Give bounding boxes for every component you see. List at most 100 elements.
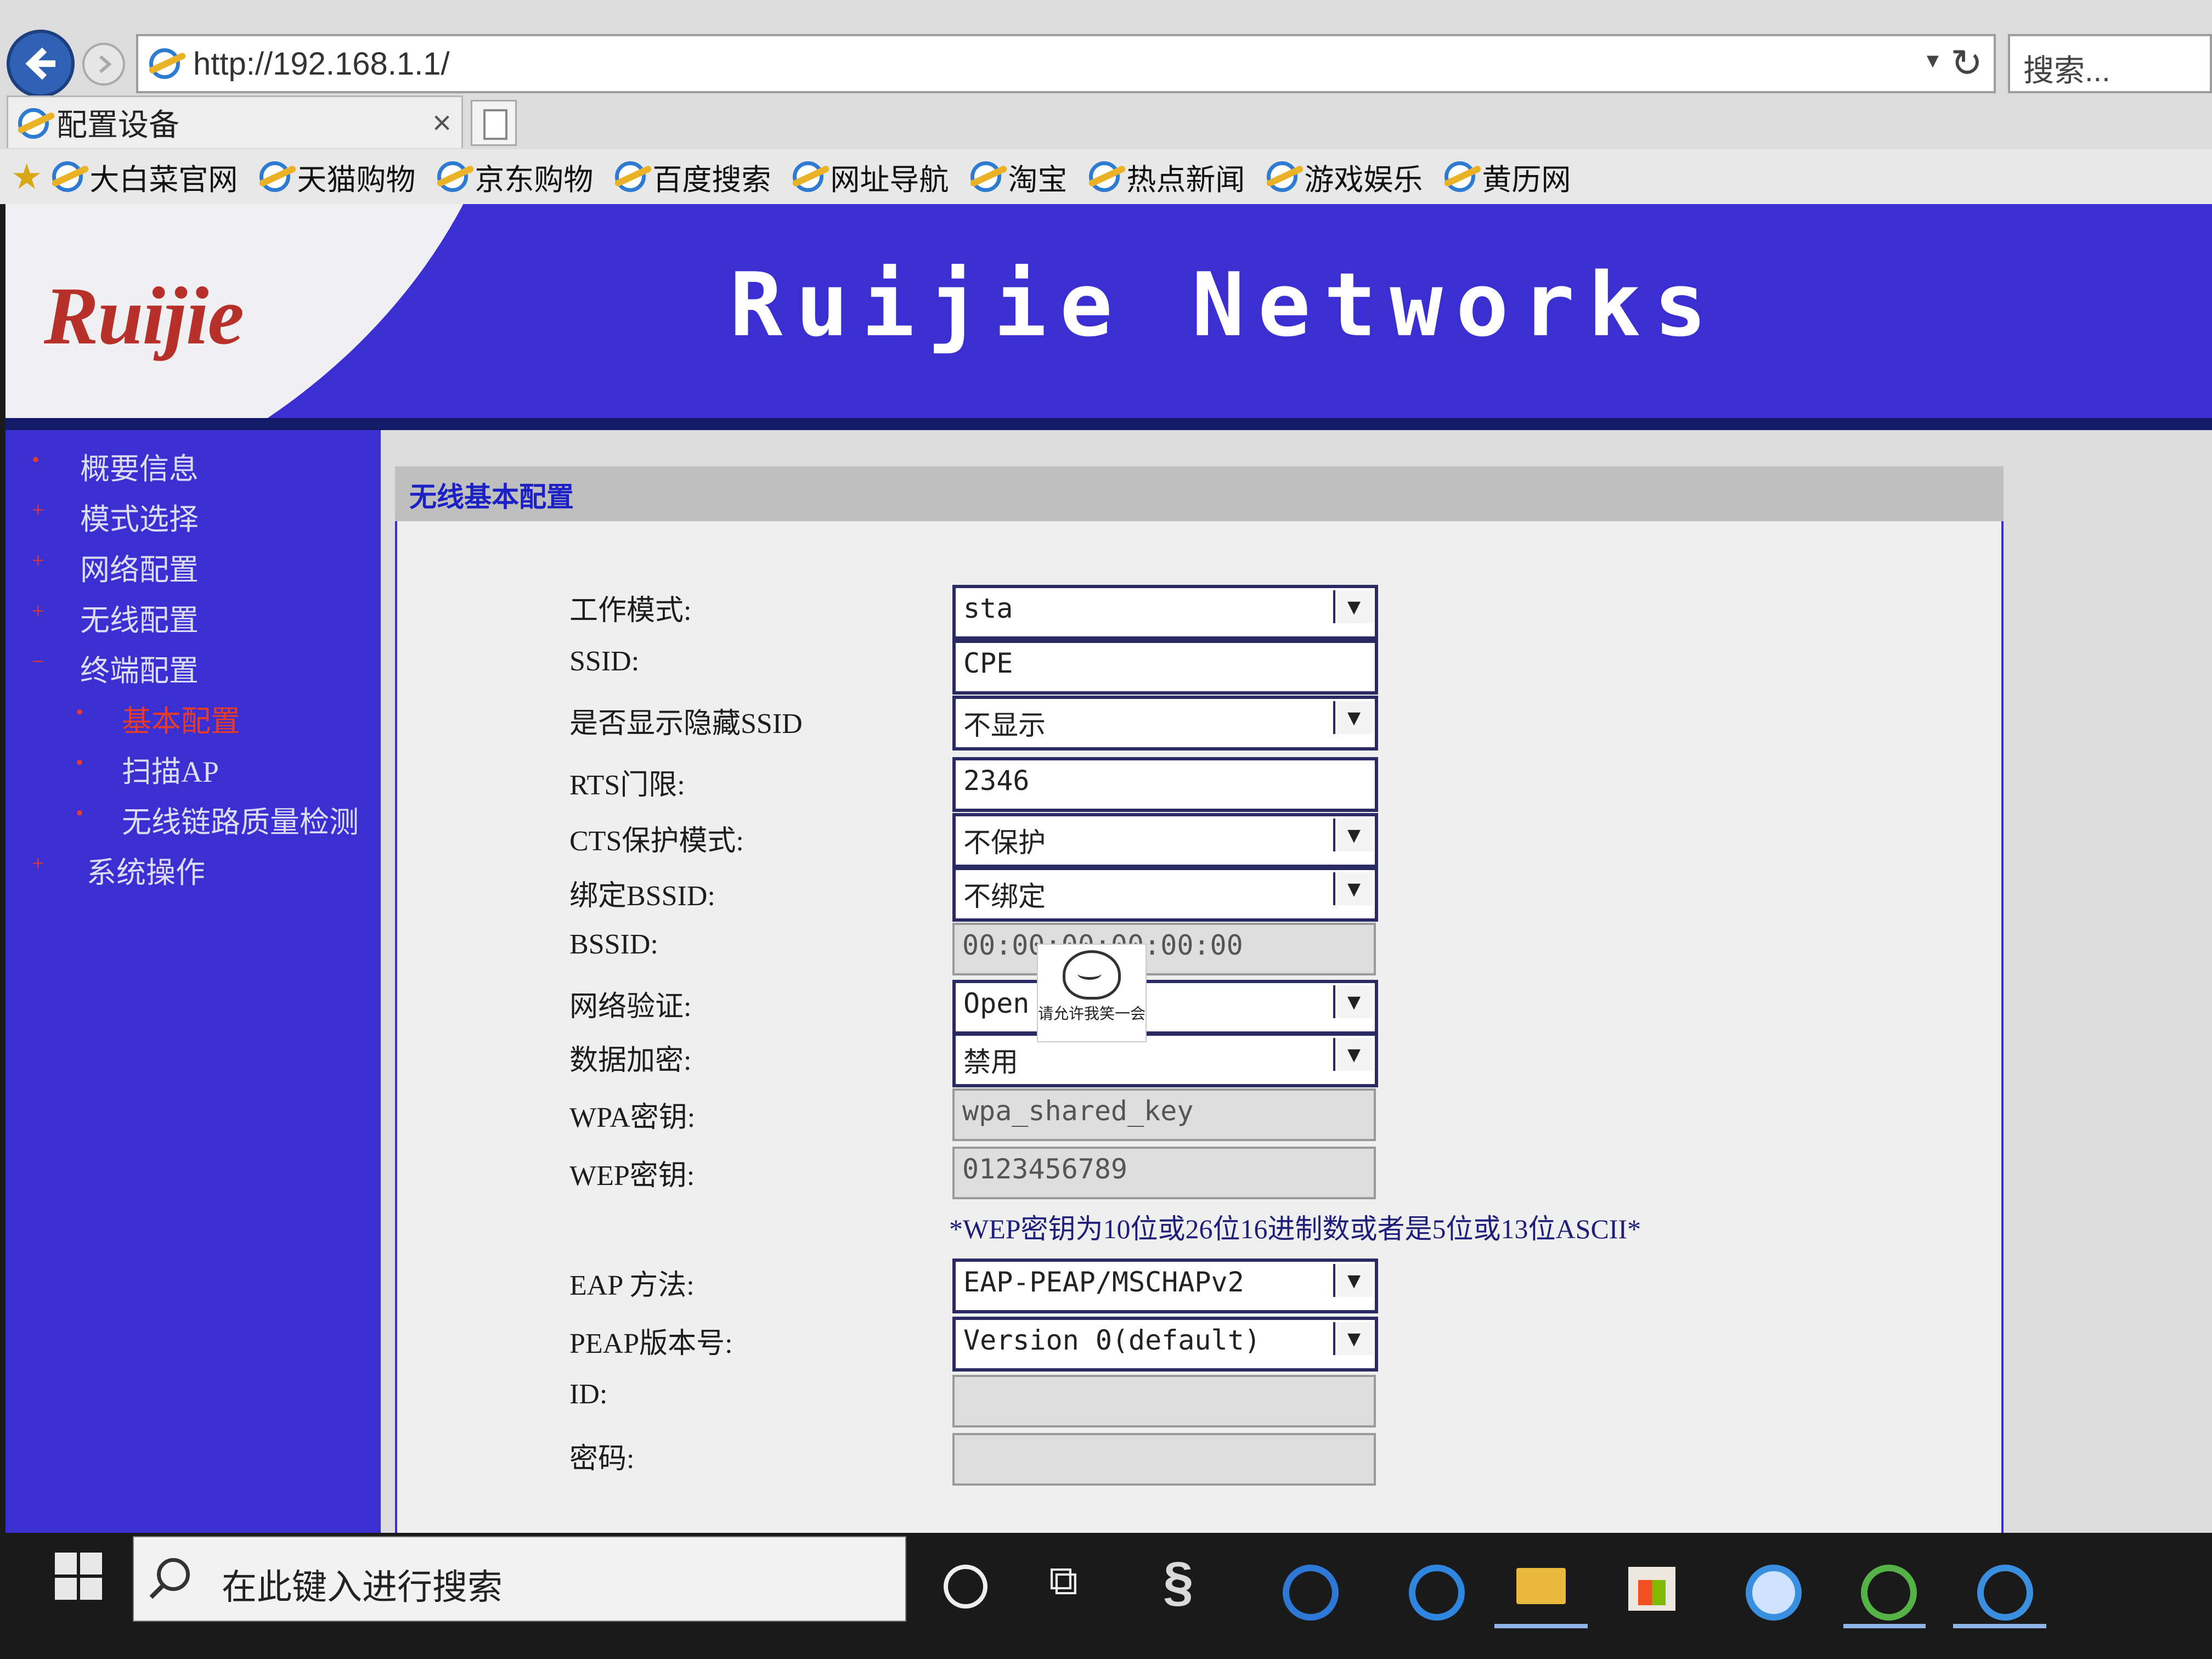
label-cts: CTS保护模式: (569, 826, 744, 857)
app-s-icon[interactable]: § (1163, 1550, 1216, 1612)
forward-button[interactable] (82, 43, 125, 86)
encryption-select[interactable]: 禁用 ▼ (952, 1032, 1378, 1087)
chevron-down-icon[interactable]: ▼ (1333, 872, 1373, 905)
sidebar: • 概要信息 + 模式选择 + 网络配置 + 无线配置 − 终端配置 • 基本配… (5, 430, 390, 1533)
favorite-label: 黄历网 (1482, 163, 1571, 196)
favorite-link[interactable]: 京东购物 (437, 155, 593, 199)
select-value: 不保护 (963, 827, 1046, 859)
chevron-down-icon[interactable]: ▼ (1333, 1322, 1373, 1355)
ie-icon (52, 161, 83, 192)
chevron-down-icon[interactable]: ▼ (1333, 1038, 1373, 1071)
cortana-icon[interactable] (944, 1565, 988, 1609)
sidebar-item-label: 基本配置 (122, 705, 240, 738)
windows-start-icon[interactable] (55, 1553, 104, 1602)
password-input (952, 1433, 1376, 1486)
rts-input[interactable]: 2346 (952, 757, 1378, 812)
close-icon[interactable]: × (432, 104, 452, 142)
ie-page-icon (149, 48, 180, 79)
work-mode-select[interactable]: sta ▼ (952, 585, 1378, 640)
label-eap-method: EAP 方法: (569, 1270, 695, 1301)
eap-method-select[interactable]: EAP-PEAP/MSCHAPv2 ▼ (952, 1259, 1378, 1313)
sidebar-item-overview[interactable]: • 概要信息 (32, 444, 199, 488)
address-url: http://192.168.1.1/ (193, 46, 450, 82)
cts-select[interactable]: 不保护 ▼ (952, 813, 1378, 868)
chevron-down-icon[interactable]: ▼ (1333, 590, 1373, 623)
favorite-label: 天猫购物 (297, 163, 416, 196)
favorite-link[interactable]: 网址导航 (793, 155, 949, 199)
running-indicator (1843, 1624, 1926, 1628)
select-value: EAP-PEAP/MSCHAPv2 (963, 1266, 1244, 1298)
edge-icon[interactable] (1409, 1565, 1465, 1621)
star-icon[interactable]: ★ (11, 156, 42, 198)
ruijie-logo: Ruijie (44, 270, 244, 362)
favorite-link[interactable]: 热点新闻 (1089, 155, 1245, 199)
chevron-down-icon[interactable]: ▼ (1333, 819, 1373, 851)
ie-taskbar-icon[interactable] (1283, 1565, 1339, 1621)
input-value: CPE (963, 647, 1013, 679)
sidebar-item-wireless[interactable]: + 无线配置 (32, 596, 199, 639)
ie-icon (970, 161, 1002, 192)
plus-icon: + (32, 548, 44, 573)
wep-key-input: 0123456789 (952, 1147, 1376, 1199)
favorite-link[interactable]: 黄历网 (1444, 155, 1571, 199)
favorite-label: 百度搜索 (652, 163, 771, 196)
favorite-label: 京东购物 (475, 163, 594, 196)
sidebar-item-system[interactable]: + 系统操作 (32, 848, 205, 891)
sidebar-subitem-scan-ap[interactable]: • 扫描AP (76, 747, 219, 791)
file-explorer-icon[interactable] (1516, 1568, 1566, 1604)
bind-bssid-select[interactable]: 不绑定 ▼ (952, 867, 1378, 922)
favorite-link[interactable]: 淘宝 (970, 155, 1067, 199)
running-indicator (1953, 1624, 2046, 1628)
task-view-icon[interactable]: ⧉ (1049, 1557, 1102, 1610)
auth-select[interactable]: Open ▼ (952, 980, 1378, 1035)
browser-green-icon[interactable] (1861, 1565, 1917, 1621)
section-title: 无线基本配置 (409, 482, 574, 512)
banner-title: Ruijie Networks (730, 253, 1720, 356)
favorite-link[interactable]: 百度搜索 (615, 155, 771, 199)
refresh-icon[interactable]: ↻ (1950, 41, 1983, 86)
input-value: 2346 (963, 765, 1030, 797)
store-icon[interactable] (1628, 1567, 1675, 1611)
peap-version-select[interactable]: Version 0(default) ▼ (952, 1317, 1378, 1372)
ie-active-icon[interactable] (1977, 1565, 2033, 1621)
ssid-input[interactable]: CPE (952, 640, 1378, 695)
wpa-key-input: wpa_shared_key (952, 1088, 1376, 1141)
select-value: 不绑定 (963, 881, 1046, 912)
favorite-link[interactable]: 游戏娱乐 (1267, 155, 1423, 199)
chevron-down-icon[interactable]: ▼ (1333, 985, 1373, 1018)
sidebar-item-terminal[interactable]: − 终端配置 (32, 646, 199, 690)
sidebar-item-label: 终端配置 (80, 654, 199, 687)
select-value: Version 0(default) (963, 1324, 1261, 1356)
browser-search-input[interactable]: 搜索... (2008, 34, 2212, 93)
taskbar-search-input[interactable]: 在此键入进行搜索 (133, 1536, 906, 1622)
input-value: 0123456789 (962, 1153, 1128, 1185)
select-value: sta (963, 592, 1013, 624)
bullet-icon: • (32, 447, 40, 472)
favorite-link[interactable]: 大白菜官网 (52, 155, 238, 199)
sidebar-item-label: 概要信息 (80, 453, 199, 486)
favorite-label: 网址导航 (830, 163, 949, 196)
select-value: 不显示 (963, 709, 1046, 741)
ie-icon (1089, 161, 1120, 192)
new-tab-button[interactable] (471, 100, 517, 146)
sidebar-subitem-link-quality[interactable]: • 无线链路质量检测 (76, 798, 359, 841)
back-button[interactable] (7, 30, 75, 98)
chevron-down-icon[interactable]: ▼ (1333, 701, 1373, 734)
browser-blue-icon[interactable] (1746, 1565, 1802, 1621)
hide-ssid-select[interactable]: 不显示 ▼ (952, 696, 1378, 751)
favorite-link[interactable]: 天猫购物 (259, 155, 415, 199)
label-encryption: 数据加密: (569, 1045, 692, 1076)
sidebar-subitem-basic[interactable]: • 基本配置 (76, 697, 240, 740)
ie-favorite-icon (970, 161, 1002, 192)
plus-icon: + (32, 851, 44, 876)
sidebar-item-mode[interactable]: + 模式选择 (32, 495, 199, 538)
sidebar-item-network[interactable]: + 网络配置 (32, 545, 199, 589)
header-banner: Ruijie Ruijie Networks (5, 204, 2212, 424)
ie-icon (615, 161, 646, 192)
chevron-down-icon[interactable]: ▾ (1927, 46, 1939, 74)
label-ssid: SSID: (569, 646, 640, 677)
ie-favorite-icon (793, 161, 824, 192)
chevron-down-icon[interactable]: ▼ (1333, 1264, 1373, 1297)
tab-active[interactable]: 配置设备 × (7, 95, 463, 148)
address-bar[interactable]: http://192.168.1.1/ ▾ ↻ (136, 34, 1996, 93)
